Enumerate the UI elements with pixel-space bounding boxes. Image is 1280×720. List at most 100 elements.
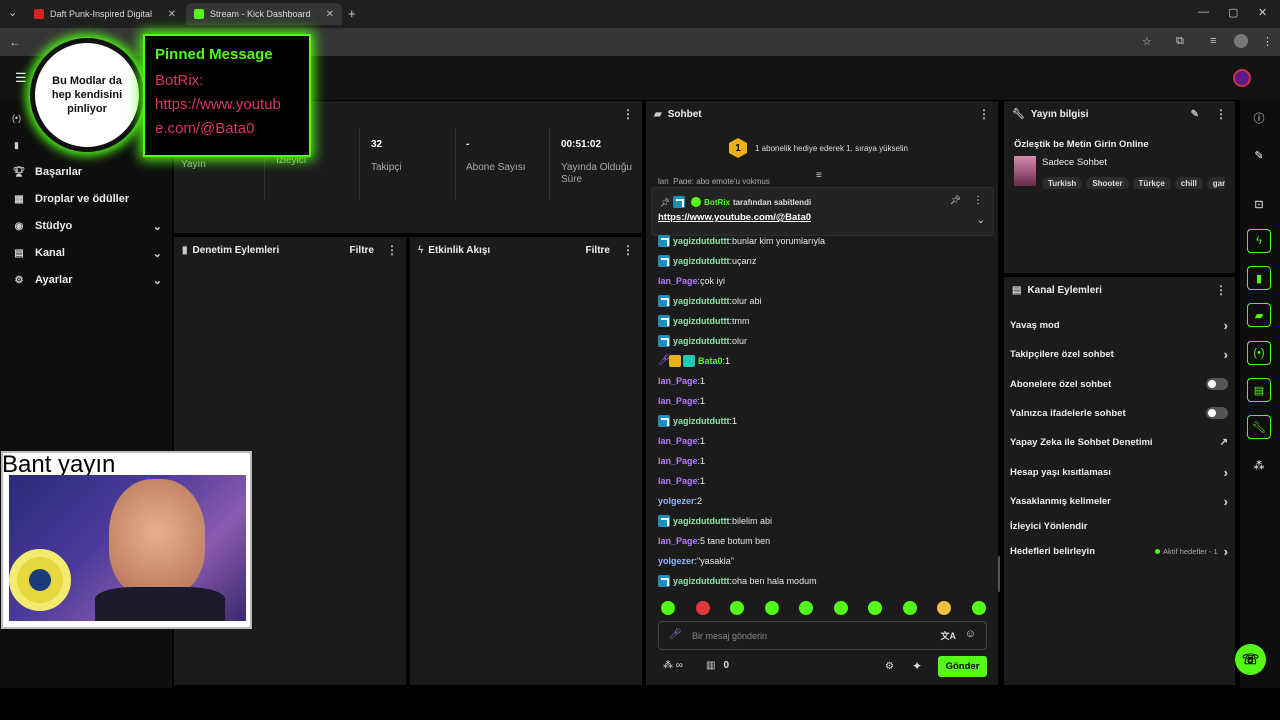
close-window-button[interactable]: ✕ (1258, 6, 1267, 19)
chat-username[interactable]: yagizdutduttt (673, 256, 730, 266)
chat-username[interactable]: lan_Page (658, 396, 698, 406)
edit-layout-icon[interactable]: ✎ (1247, 143, 1271, 167)
info-toggle-icon[interactable]: 🔧︎ (1247, 415, 1271, 439)
more-options-icon[interactable]: ⋮ (386, 243, 398, 257)
quick-emotes-icon[interactable]: ✦ (912, 659, 922, 673)
emote-button[interactable] (937, 601, 951, 615)
user-avatar[interactable] (1233, 69, 1251, 87)
new-tab-button[interactable]: + (348, 6, 356, 21)
emoji-icon[interactable]: ☺ (965, 628, 976, 640)
chat-username[interactable]: yagizdutduttt (673, 296, 730, 306)
chat-toggle-icon[interactable]: ▰ (1247, 303, 1271, 327)
more-options-icon[interactable]: ⋮ (1215, 107, 1227, 121)
more-options-icon[interactable]: ⋮ (1215, 283, 1227, 297)
pinned-link[interactable]: https://www.youtube.com/@Bata0 (658, 212, 811, 223)
live-icon[interactable]: (•) (12, 113, 21, 123)
chat-username[interactable]: yolgezer (658, 556, 695, 566)
minimize-button[interactable]: — (1198, 6, 1209, 18)
channel-action-item[interactable]: Yavaş mod › (1010, 317, 1228, 333)
chat-text: bilelim abi (732, 516, 773, 526)
chat-username[interactable]: yagizdutduttt (673, 236, 730, 246)
tab-search-icon[interactable]: ⌄ (8, 6, 17, 19)
profile-avatar[interactable] (1234, 34, 1248, 48)
help-button[interactable]: ☏ (1235, 644, 1266, 675)
tab-daft-punk[interactable]: Daft Punk-Inspired Digital ✕ (26, 3, 184, 25)
sidebar-item-channel[interactable]: ▤ Kanal ⌄ (12, 243, 162, 263)
filter-chat-icon[interactable]: ≡ (816, 170, 822, 181)
chat-username[interactable]: lan_Page (658, 436, 698, 446)
hamburger-menu-icon[interactable]: ☰ (15, 70, 27, 86)
emote-button[interactable] (661, 601, 675, 615)
dashboard-icon[interactable]: ▮ (14, 140, 19, 151)
chat-username[interactable]: lan_Page (658, 536, 698, 546)
activity-toggle-icon[interactable]: ϟ (1247, 229, 1271, 253)
chat-input-box[interactable]: 🎤︎ Bir mesaj gönderin 文A ☺ (658, 621, 987, 650)
filter-button[interactable]: Filtre (586, 245, 610, 256)
channel-action-item[interactable]: Hedefleri belirleyin Aktif hedefler - 1 › (1010, 543, 1228, 559)
actions-toggle-icon[interactable]: ▤ (1247, 378, 1271, 402)
toggle-switch[interactable] (1206, 378, 1228, 390)
chat-username[interactable]: lan_Page (658, 456, 698, 466)
translate-icon[interactable]: 文A (941, 629, 957, 642)
emote-button[interactable] (971, 601, 986, 615)
emote-button[interactable] (764, 601, 779, 615)
points-icon[interactable]: ⁂ (1247, 453, 1271, 477)
toggle-switch[interactable] (1206, 407, 1228, 419)
channel-action-item[interactable]: Yalnızca ifadelerle sohbet (1010, 405, 1228, 421)
star-icon[interactable]: ☆ (1142, 35, 1152, 48)
chat-input[interactable]: Bir mesaj gönderin (692, 631, 767, 641)
chat-username[interactable]: lan_Page (658, 476, 698, 486)
chat-username[interactable]: yagizdutduttt (673, 316, 730, 326)
focus-icon[interactable]: ⊡ (1247, 192, 1271, 216)
chat-username[interactable]: yagizdutduttt (673, 516, 730, 526)
chat-username[interactable]: yolgezer (658, 496, 695, 506)
browser-menu-icon[interactable]: ⋮ (1262, 35, 1273, 48)
moderation-toggle-icon[interactable]: ▮ (1247, 266, 1271, 290)
chat-username[interactable]: lan_Page (658, 276, 698, 286)
sidebar-item-settings[interactable]: ⚙︎ Ayarlar ⌄ (12, 270, 162, 290)
chat-username[interactable]: yagizdutduttt (673, 336, 730, 346)
chat-settings-icon[interactable]: ⚙︎ (885, 661, 894, 672)
more-options-icon[interactable]: ⋮ (978, 107, 990, 121)
info-icon[interactable]: ⓘ (1247, 106, 1271, 130)
channel-action-item[interactable]: Abonelere özel sohbet (1010, 376, 1228, 392)
moderator-badge (658, 315, 670, 327)
emote-button[interactable] (799, 601, 813, 615)
channel-action-item[interactable]: Yapay Zeka ile Sohbet Denetimi ↗ (1010, 434, 1228, 450)
emote-button[interactable] (695, 601, 710, 615)
maximize-button[interactable]: ▢ (1228, 6, 1238, 19)
chevron-down-icon[interactable]: ⌄ (977, 215, 985, 226)
chat-username[interactable]: Bata0 (698, 356, 723, 366)
sidebar-item-drops[interactable]: ▦ Droplar ve ödüller (12, 189, 162, 209)
more-options-icon[interactable]: ⋮ (973, 195, 983, 206)
chat-username[interactable]: yagizdutduttt (673, 416, 730, 426)
channel-action-item[interactable]: Hesap yaşı kısıtlaması › (1010, 464, 1228, 480)
close-tab-icon[interactable]: ✕ (168, 9, 176, 20)
chevron-right-icon: › (1223, 317, 1228, 333)
extensions-icon[interactable]: ⧉ (1176, 35, 1184, 48)
edit-icon[interactable]: ✎ (1191, 109, 1199, 120)
send-button[interactable]: Gönder (938, 656, 987, 677)
emote-button[interactable] (730, 601, 744, 615)
channel-action-item[interactable]: İzleyici Yönlendir (1010, 518, 1228, 534)
channel-action-item[interactable]: Takipçilere özel sohbet › (1010, 346, 1228, 362)
stream-toggle-icon[interactable]: (•) (1247, 341, 1271, 365)
channel-action-item[interactable]: Yasaklanmış kelimeler › (1010, 493, 1228, 509)
more-options-icon[interactable]: ⋮ (622, 107, 634, 121)
chat-username[interactable]: lan_Page (658, 376, 698, 386)
sidebar-item-achievements[interactable]: 🏆︎ Başarılar (12, 162, 162, 182)
filter-button[interactable]: Filtre (350, 245, 374, 256)
close-tab-icon[interactable]: ✕ (326, 9, 334, 20)
media-icon[interactable]: ≡ (1210, 35, 1216, 47)
tab-kick-dashboard[interactable]: Stream - Kick Dashboard ✕ (186, 3, 342, 25)
unpin-icon[interactable]: 📌︎ (950, 195, 961, 206)
chat-username[interactable]: yagizdutduttt (673, 576, 730, 586)
emote-button[interactable] (833, 601, 848, 615)
channel-points-icon[interactable]: ⁂ ∞ (663, 660, 683, 671)
chat-scrollbar[interactable] (998, 556, 1000, 592)
emote-button[interactable] (902, 601, 917, 615)
back-icon[interactable]: ← (9, 35, 21, 49)
emote-button[interactable] (868, 601, 882, 615)
sidebar-item-studio[interactable]: ◉ Stüdyo ⌄ (12, 216, 162, 236)
more-options-icon[interactable]: ⋮ (622, 243, 634, 257)
